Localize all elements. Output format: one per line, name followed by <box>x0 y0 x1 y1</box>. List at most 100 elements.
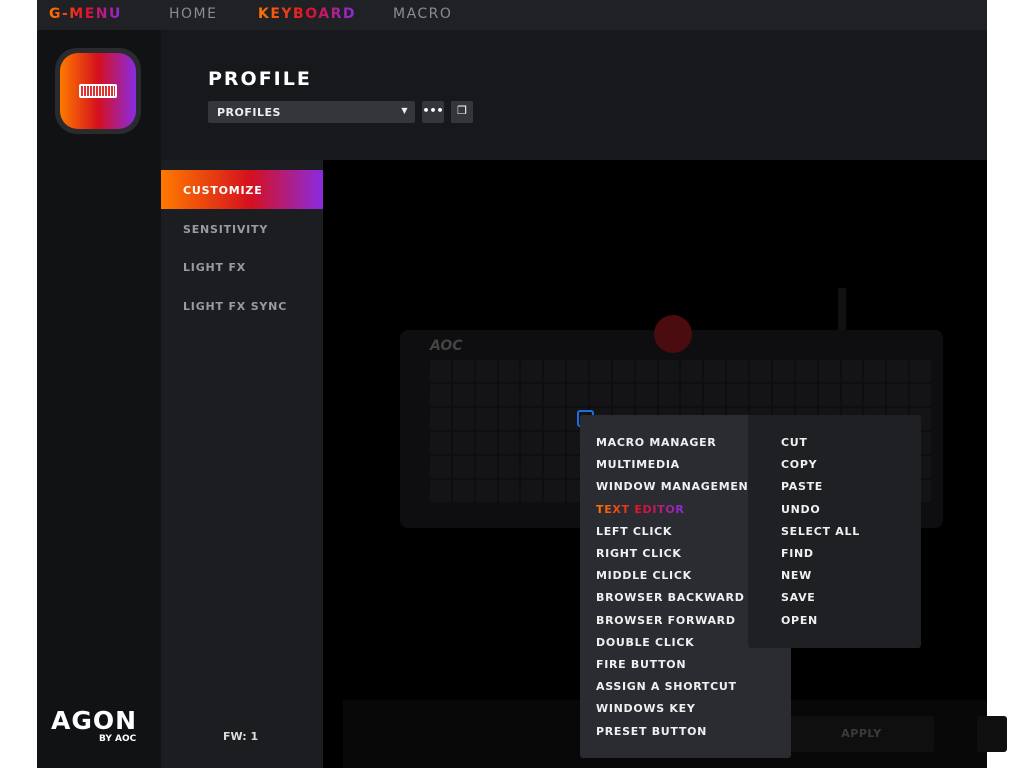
key[interactable] <box>795 384 817 406</box>
key[interactable] <box>635 384 657 406</box>
key[interactable] <box>475 432 497 454</box>
key[interactable] <box>430 360 451 382</box>
key[interactable] <box>887 360 909 382</box>
menu-item[interactable]: WINDOW MANAGEMENT <box>596 480 757 493</box>
key[interactable] <box>475 456 497 478</box>
key[interactable] <box>498 384 520 406</box>
key[interactable] <box>704 360 726 382</box>
key[interactable] <box>452 384 474 406</box>
submenu-item[interactable]: NEW <box>781 569 812 582</box>
submenu-item[interactable]: COPY <box>781 458 817 471</box>
copy-profile-button[interactable]: ❐ <box>451 101 473 123</box>
key[interactable] <box>590 384 611 406</box>
key[interactable] <box>772 384 794 406</box>
submenu-item[interactable]: UNDO <box>781 503 820 516</box>
key[interactable] <box>910 384 931 406</box>
key[interactable] <box>498 408 520 430</box>
profile-select[interactable]: PROFILES ▼ <box>208 101 415 123</box>
menu-item[interactable]: MIDDLE CLICK <box>596 569 692 582</box>
key[interactable] <box>452 408 474 430</box>
menu-item[interactable]: MACRO MANAGER <box>596 436 716 449</box>
menu-item[interactable]: ASSIGN A SHORTCUT <box>596 680 737 693</box>
menu-light-fx-sync[interactable]: LIGHT FX SYNC <box>161 286 323 325</box>
key[interactable] <box>681 360 703 382</box>
key[interactable] <box>750 384 771 406</box>
key[interactable] <box>818 384 840 406</box>
g-menu-button[interactable]: G-MENU <box>49 6 122 22</box>
key[interactable] <box>521 480 543 502</box>
key[interactable] <box>521 384 543 406</box>
key[interactable] <box>452 360 474 382</box>
submenu-item[interactable]: PASTE <box>781 480 823 493</box>
key[interactable] <box>544 480 566 502</box>
menu-item[interactable]: LEFT CLICK <box>596 525 672 538</box>
key[interactable] <box>430 480 451 502</box>
key[interactable] <box>475 384 497 406</box>
key[interactable] <box>841 384 863 406</box>
key[interactable] <box>452 432 474 454</box>
key[interactable] <box>498 480 520 502</box>
menu-item[interactable]: PRESET BUTTON <box>596 725 707 738</box>
menu-item[interactable]: DOUBLE CLICK <box>596 636 694 649</box>
key[interactable] <box>567 384 589 406</box>
key[interactable] <box>498 360 520 382</box>
key[interactable] <box>750 360 771 382</box>
menu-light-fx[interactable]: LIGHT FX <box>161 247 323 286</box>
key[interactable] <box>521 408 543 430</box>
menu-item[interactable]: TEXT EDITOR <box>596 503 685 516</box>
menu-item[interactable]: WINDOWS KEY <box>596 702 696 715</box>
submenu-item[interactable]: CUT <box>781 436 808 449</box>
key[interactable] <box>658 384 680 406</box>
key[interactable] <box>498 432 520 454</box>
key[interactable] <box>521 432 543 454</box>
key[interactable] <box>498 456 520 478</box>
key[interactable] <box>612 384 634 406</box>
tab-home[interactable]: HOME <box>169 6 217 22</box>
key[interactable] <box>612 360 634 382</box>
key[interactable] <box>452 480 474 502</box>
apply-button[interactable]: APPLY <box>789 716 934 752</box>
key[interactable] <box>772 360 794 382</box>
key[interactable] <box>864 384 886 406</box>
key[interactable] <box>544 432 566 454</box>
key[interactable] <box>727 384 749 406</box>
key[interactable] <box>658 360 680 382</box>
tab-macro[interactable]: MACRO <box>393 6 452 22</box>
key[interactable] <box>887 384 909 406</box>
key[interactable] <box>635 360 657 382</box>
menu-item[interactable]: BROWSER BACKWARD <box>596 591 745 604</box>
key[interactable] <box>864 360 886 382</box>
submenu-item[interactable]: FIND <box>781 547 814 560</box>
submenu-item[interactable]: SAVE <box>781 591 816 604</box>
key[interactable] <box>475 360 497 382</box>
extra-button[interactable] <box>977 716 1007 752</box>
menu-item[interactable]: MULTIMEDIA <box>596 458 680 471</box>
key[interactable] <box>430 456 451 478</box>
key[interactable] <box>452 456 474 478</box>
menu-item[interactable]: RIGHT CLICK <box>596 547 682 560</box>
key[interactable] <box>544 384 566 406</box>
key[interactable] <box>795 360 817 382</box>
key[interactable] <box>818 360 840 382</box>
key[interactable] <box>841 360 863 382</box>
key[interactable] <box>430 384 451 406</box>
more-button[interactable]: ••• <box>422 101 444 123</box>
key[interactable] <box>544 456 566 478</box>
key[interactable] <box>544 360 566 382</box>
key[interactable] <box>727 360 749 382</box>
key[interactable] <box>681 384 703 406</box>
key[interactable] <box>430 432 451 454</box>
key[interactable] <box>704 384 726 406</box>
key[interactable] <box>567 360 589 382</box>
menu-sensitivity[interactable]: SENSITIVITY <box>161 209 323 248</box>
key[interactable] <box>521 360 543 382</box>
menu-item[interactable]: FIRE BUTTON <box>596 658 686 671</box>
key[interactable] <box>521 456 543 478</box>
submenu-item[interactable]: SELECT ALL <box>781 525 860 538</box>
menu-item[interactable]: BROWSER FORWARD <box>596 614 736 627</box>
tab-keyboard[interactable]: KEYBOARD <box>258 6 356 22</box>
key[interactable] <box>475 480 497 502</box>
device-tile[interactable] <box>55 48 141 134</box>
key[interactable] <box>544 408 566 430</box>
key[interactable] <box>475 408 497 430</box>
